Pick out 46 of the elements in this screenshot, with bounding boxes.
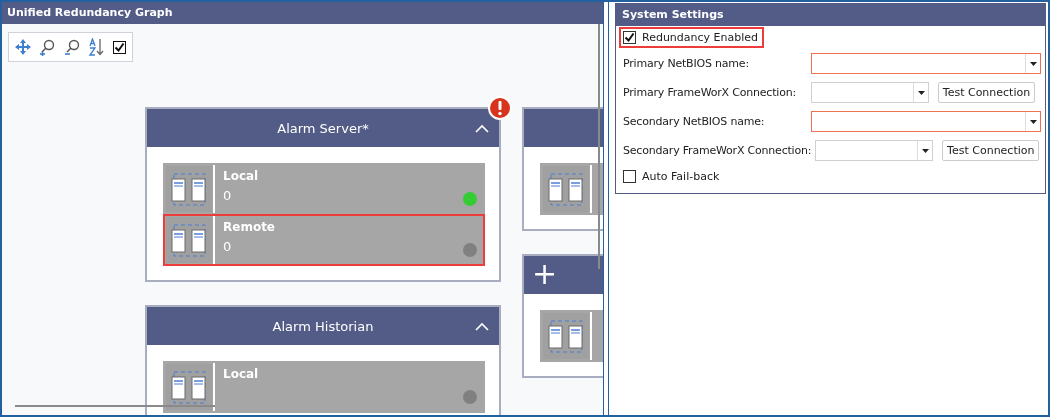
server-icon bbox=[165, 165, 215, 213]
test-connection-button[interactable]: Test Connection bbox=[942, 140, 1040, 161]
server-icon bbox=[542, 165, 592, 213]
panel-title: System Settings bbox=[616, 4, 1045, 26]
scrollbar[interactable] bbox=[598, 24, 600, 269]
dropdown-arrow-icon bbox=[1029, 119, 1037, 124]
panel-title: Unified Redundancy Graph bbox=[2, 2, 603, 24]
checkbox-row[interactable]: Redundancy Enabled bbox=[619, 27, 765, 48]
checkbox[interactable] bbox=[623, 31, 636, 44]
server-node[interactable] bbox=[540, 163, 603, 215]
server-node[interactable] bbox=[540, 310, 603, 362]
field-label: Secondary FrameWorX Connection: bbox=[623, 144, 813, 157]
card-title: Alarm Server* bbox=[277, 120, 369, 136]
dropdown-field[interactable] bbox=[811, 111, 1041, 132]
card-title: Alarm Historian bbox=[272, 318, 374, 334]
dropdown-field[interactable] bbox=[811, 53, 1041, 74]
move-icon[interactable] bbox=[15, 39, 31, 55]
server-icon bbox=[542, 312, 592, 360]
dropdown-arrow-icon bbox=[1029, 61, 1037, 66]
zoom-out-icon[interactable] bbox=[64, 38, 81, 56]
field-label: Secondary NetBIOS name: bbox=[623, 115, 766, 128]
node-value: 0 bbox=[223, 239, 233, 254]
sort-icon[interactable] bbox=[89, 38, 105, 56]
chevron-up-icon[interactable] bbox=[475, 322, 489, 331]
test-connection-button[interactable]: Test Connection bbox=[938, 82, 1035, 103]
field-label: Primary FrameWorX Connection: bbox=[623, 86, 797, 99]
checkbox[interactable] bbox=[623, 170, 636, 183]
checkbox-row[interactable]: Auto Fail-back bbox=[619, 166, 726, 187]
zoom-in-icon[interactable] bbox=[39, 38, 56, 56]
server-icon bbox=[165, 363, 215, 411]
chevron-up-icon[interactable] bbox=[475, 124, 489, 133]
dropdown-arrow-icon bbox=[917, 90, 925, 95]
node-name: Local bbox=[223, 367, 259, 381]
node-name: Local bbox=[223, 169, 259, 183]
node-value: 0 bbox=[223, 188, 233, 203]
toolbar-checkbox[interactable] bbox=[113, 40, 126, 54]
node-name: Remote bbox=[223, 220, 275, 234]
dropdown-arrow-icon bbox=[921, 148, 929, 153]
scrollbar[interactable] bbox=[15, 405, 215, 407]
field-label: Primary NetBIOS name: bbox=[623, 57, 750, 70]
checkbox-label: Auto Fail-back bbox=[642, 170, 720, 183]
add-symbol[interactable]: + bbox=[532, 256, 558, 292]
dropdown-field[interactable] bbox=[811, 82, 929, 103]
checkbox-label: Redundancy Enabled bbox=[642, 31, 759, 44]
dropdown-field[interactable] bbox=[815, 140, 934, 161]
server-icon bbox=[165, 216, 215, 264]
